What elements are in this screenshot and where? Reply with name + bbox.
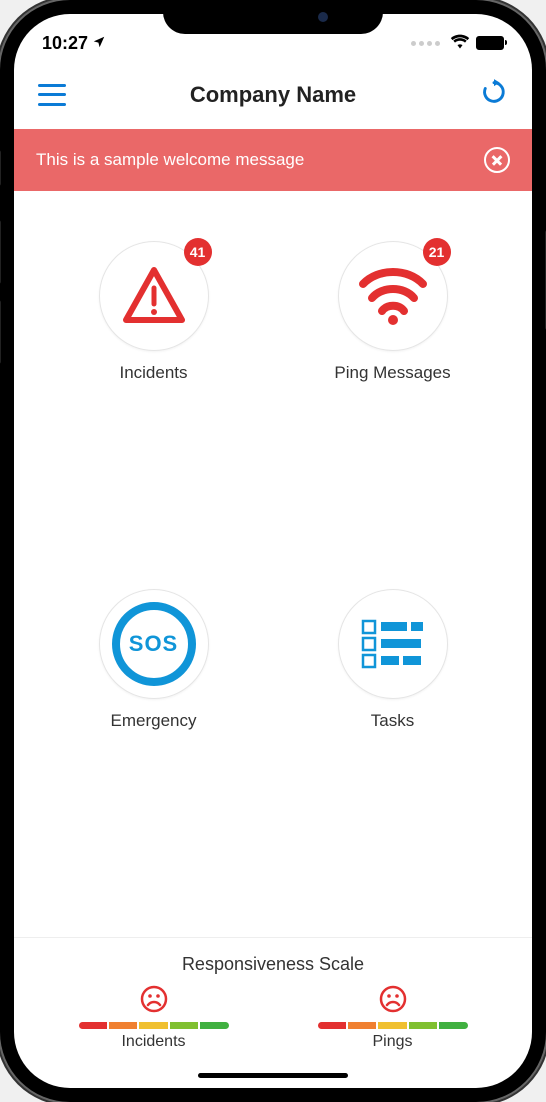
scale-title: Responsiveness Scale	[34, 954, 512, 975]
scales: Incidents Pings	[34, 985, 512, 1051]
screen: 10:27 Company Name	[14, 14, 532, 1088]
side-button	[0, 220, 1, 284]
tile-label: Tasks	[371, 711, 414, 731]
hamburger-menu-icon[interactable]	[38, 84, 66, 106]
tile-tasks[interactable]: Tasks	[273, 569, 512, 917]
battery-icon	[476, 36, 504, 50]
warning-triangle-icon	[122, 264, 186, 328]
notch	[163, 0, 383, 34]
scale-incidents[interactable]: Incidents	[79, 985, 229, 1051]
tile-emergency[interactable]: SOS Emergency	[34, 569, 273, 917]
footer: Responsiveness Scale Incidents	[14, 937, 532, 1063]
tile-incidents[interactable]: 41 Incidents	[34, 221, 273, 569]
wifi-waves-icon	[358, 266, 428, 326]
welcome-banner: This is a sample welcome message	[14, 129, 532, 191]
location-arrow-icon	[92, 33, 106, 54]
scale-label: Incidents	[121, 1033, 185, 1051]
sad-face-icon	[379, 985, 407, 1018]
device-frame: 10:27 Company Name	[0, 0, 546, 1102]
home-indicator[interactable]	[198, 1073, 348, 1078]
close-banner-icon[interactable]	[484, 147, 510, 173]
tile-circle	[338, 589, 448, 699]
page-title: Company Name	[190, 82, 356, 108]
incidents-badge: 41	[184, 238, 212, 266]
tile-label: Incidents	[119, 363, 187, 383]
tile-circle: 21	[338, 241, 448, 351]
banner-text: This is a sample welcome message	[36, 150, 304, 170]
cellular-dots-icon	[411, 41, 440, 46]
scale-bar	[79, 1022, 229, 1029]
status-time: 10:27	[42, 33, 88, 54]
status-left: 10:27	[42, 33, 106, 54]
task-list-icon	[361, 617, 425, 671]
pings-badge: 21	[423, 238, 451, 266]
side-button	[0, 300, 1, 364]
side-button	[0, 150, 1, 186]
tile-ping-messages[interactable]: 21 Ping Messages	[273, 221, 512, 569]
sos-text: SOS	[129, 631, 178, 657]
tile-circle: SOS	[99, 589, 209, 699]
sad-face-icon	[140, 985, 168, 1018]
scale-label: Pings	[372, 1033, 412, 1051]
scale-bar	[318, 1022, 468, 1029]
nav-header: Company Name	[14, 62, 532, 129]
tile-label: Emergency	[111, 711, 197, 731]
wifi-icon	[450, 33, 470, 54]
tile-circle: 41	[99, 241, 209, 351]
refresh-button[interactable]	[480, 78, 508, 111]
status-right	[411, 33, 504, 54]
tiles-grid: 41 Incidents 21 Ping Messages	[14, 191, 532, 937]
scale-pings[interactable]: Pings	[318, 985, 468, 1051]
tile-label: Ping Messages	[334, 363, 450, 383]
